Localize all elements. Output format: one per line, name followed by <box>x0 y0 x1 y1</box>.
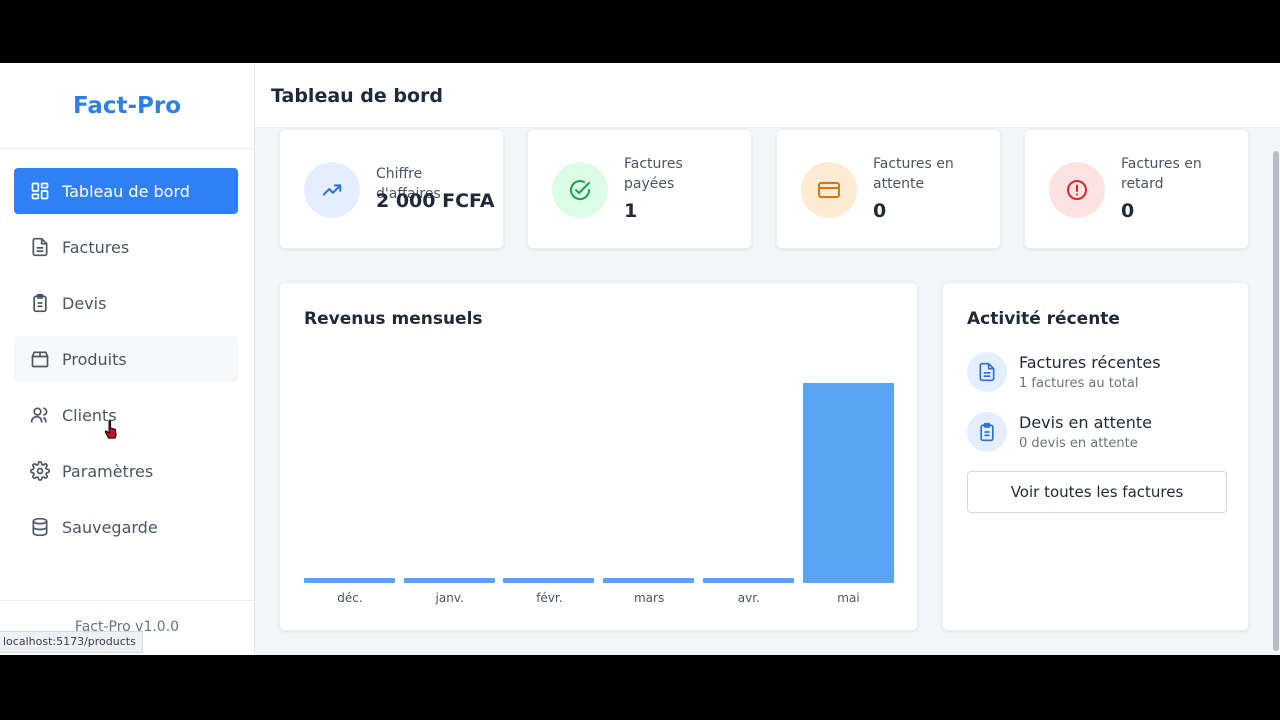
app-window: Fact-Pro Tableau de bord Factures Devis … <box>0 63 1280 655</box>
x-tick-label: févr. <box>536 591 563 605</box>
stat-value: 1 <box>624 200 638 222</box>
brand-logo[interactable]: Fact-Pro <box>0 63 254 149</box>
dashboard-icon <box>30 181 50 201</box>
clipboard-icon <box>967 412 1007 452</box>
alert-circle-icon <box>1049 162 1105 218</box>
x-tick-label: déc. <box>337 591 363 605</box>
chart-title: Revenus mensuels <box>304 309 483 329</box>
database-icon <box>30 517 50 537</box>
check-circle-icon <box>552 162 608 218</box>
document-icon <box>30 237 50 257</box>
top-header: Tableau de bord <box>255 63 1280 128</box>
sidebar-item-label: Devis <box>62 293 107 313</box>
activity-item-subtitle: 0 devis en attente <box>1019 436 1138 451</box>
view-all-invoices-button[interactable]: Voir toutes les factures <box>967 471 1227 513</box>
chart-bar[interactable] <box>603 578 695 583</box>
stat-card-overdue: Factures en retard 0 <box>1024 129 1249 249</box>
users-icon <box>30 405 50 425</box>
chart-bar[interactable] <box>802 383 894 583</box>
stat-label: Factures en retard <box>1121 156 1202 192</box>
x-tick-label: avr. <box>737 591 760 605</box>
stat-label: Factures en attente <box>873 156 954 192</box>
sidebar-item-label: Sauvegarde <box>62 517 158 537</box>
chart-bar[interactable] <box>403 578 495 583</box>
document-icon <box>967 352 1007 392</box>
trending-up-icon <box>304 162 360 218</box>
sidebar-item-clients[interactable]: Clients <box>14 392 238 438</box>
activity-item-subtitle: 1 factures au total <box>1019 376 1139 391</box>
stat-card-pending: Factures en attente 0 <box>776 129 1001 249</box>
sidebar-item-factures[interactable]: Factures <box>14 224 238 270</box>
status-bar-url: localhost:5173/products <box>0 631 143 653</box>
activity-item-title[interactable]: Devis en attente <box>1019 413 1152 432</box>
sidebar-item-label: Produits <box>62 349 127 369</box>
page-title: Tableau de bord <box>271 85 444 107</box>
stat-value: 2 000 FCFA <box>376 190 495 212</box>
sidebar-item-label: Tableau de bord <box>62 181 190 201</box>
package-icon <box>30 349 50 369</box>
chart-bar[interactable] <box>304 578 395 583</box>
x-tick-label: janv. <box>435 591 464 605</box>
stat-value: 0 <box>1121 200 1135 222</box>
stat-value: 0 <box>873 200 887 222</box>
x-tick-label: mai <box>837 591 860 605</box>
x-tick-label: mars <box>633 591 665 605</box>
credit-card-icon <box>801 162 857 218</box>
stat-card-revenue: Chiffre d'affaires 2 000 FCFA <box>279 129 504 249</box>
activity-title: Activité récente <box>967 309 1120 329</box>
clipboard-icon <box>30 293 50 313</box>
sidebar: Fact-Pro Tableau de bord Factures Devis … <box>0 63 255 655</box>
sidebar-item-devis[interactable]: Devis <box>14 280 238 326</box>
sidebar-item-label: Factures <box>62 237 130 257</box>
stat-label: Factures payées <box>624 156 683 192</box>
recent-activity-card: Activité récente Factures récentes 1 fac… <box>942 282 1249 631</box>
sidebar-item-dashboard[interactable]: Tableau de bord <box>14 168 238 214</box>
gear-icon <box>30 461 50 481</box>
chart-bar[interactable] <box>503 578 595 583</box>
sidebar-item-parametres[interactable]: Paramètres <box>14 448 238 494</box>
stat-card-paid: Factures payées 1 <box>527 129 752 249</box>
sidebar-item-sauvegarde[interactable]: Sauvegarde <box>14 504 238 550</box>
hand-cursor-icon <box>104 419 122 447</box>
activity-item-title[interactable]: Factures récentes <box>1019 353 1161 372</box>
scrollbar-thumb[interactable] <box>1273 151 1279 651</box>
sidebar-item-produits[interactable]: Produits <box>14 336 238 382</box>
revenue-chart-card: Revenus mensuels déc. janv. févr. mars avr. m… <box>279 282 918 631</box>
sidebar-item-label: Paramètres <box>62 461 154 481</box>
chart-bar[interactable] <box>702 578 794 583</box>
